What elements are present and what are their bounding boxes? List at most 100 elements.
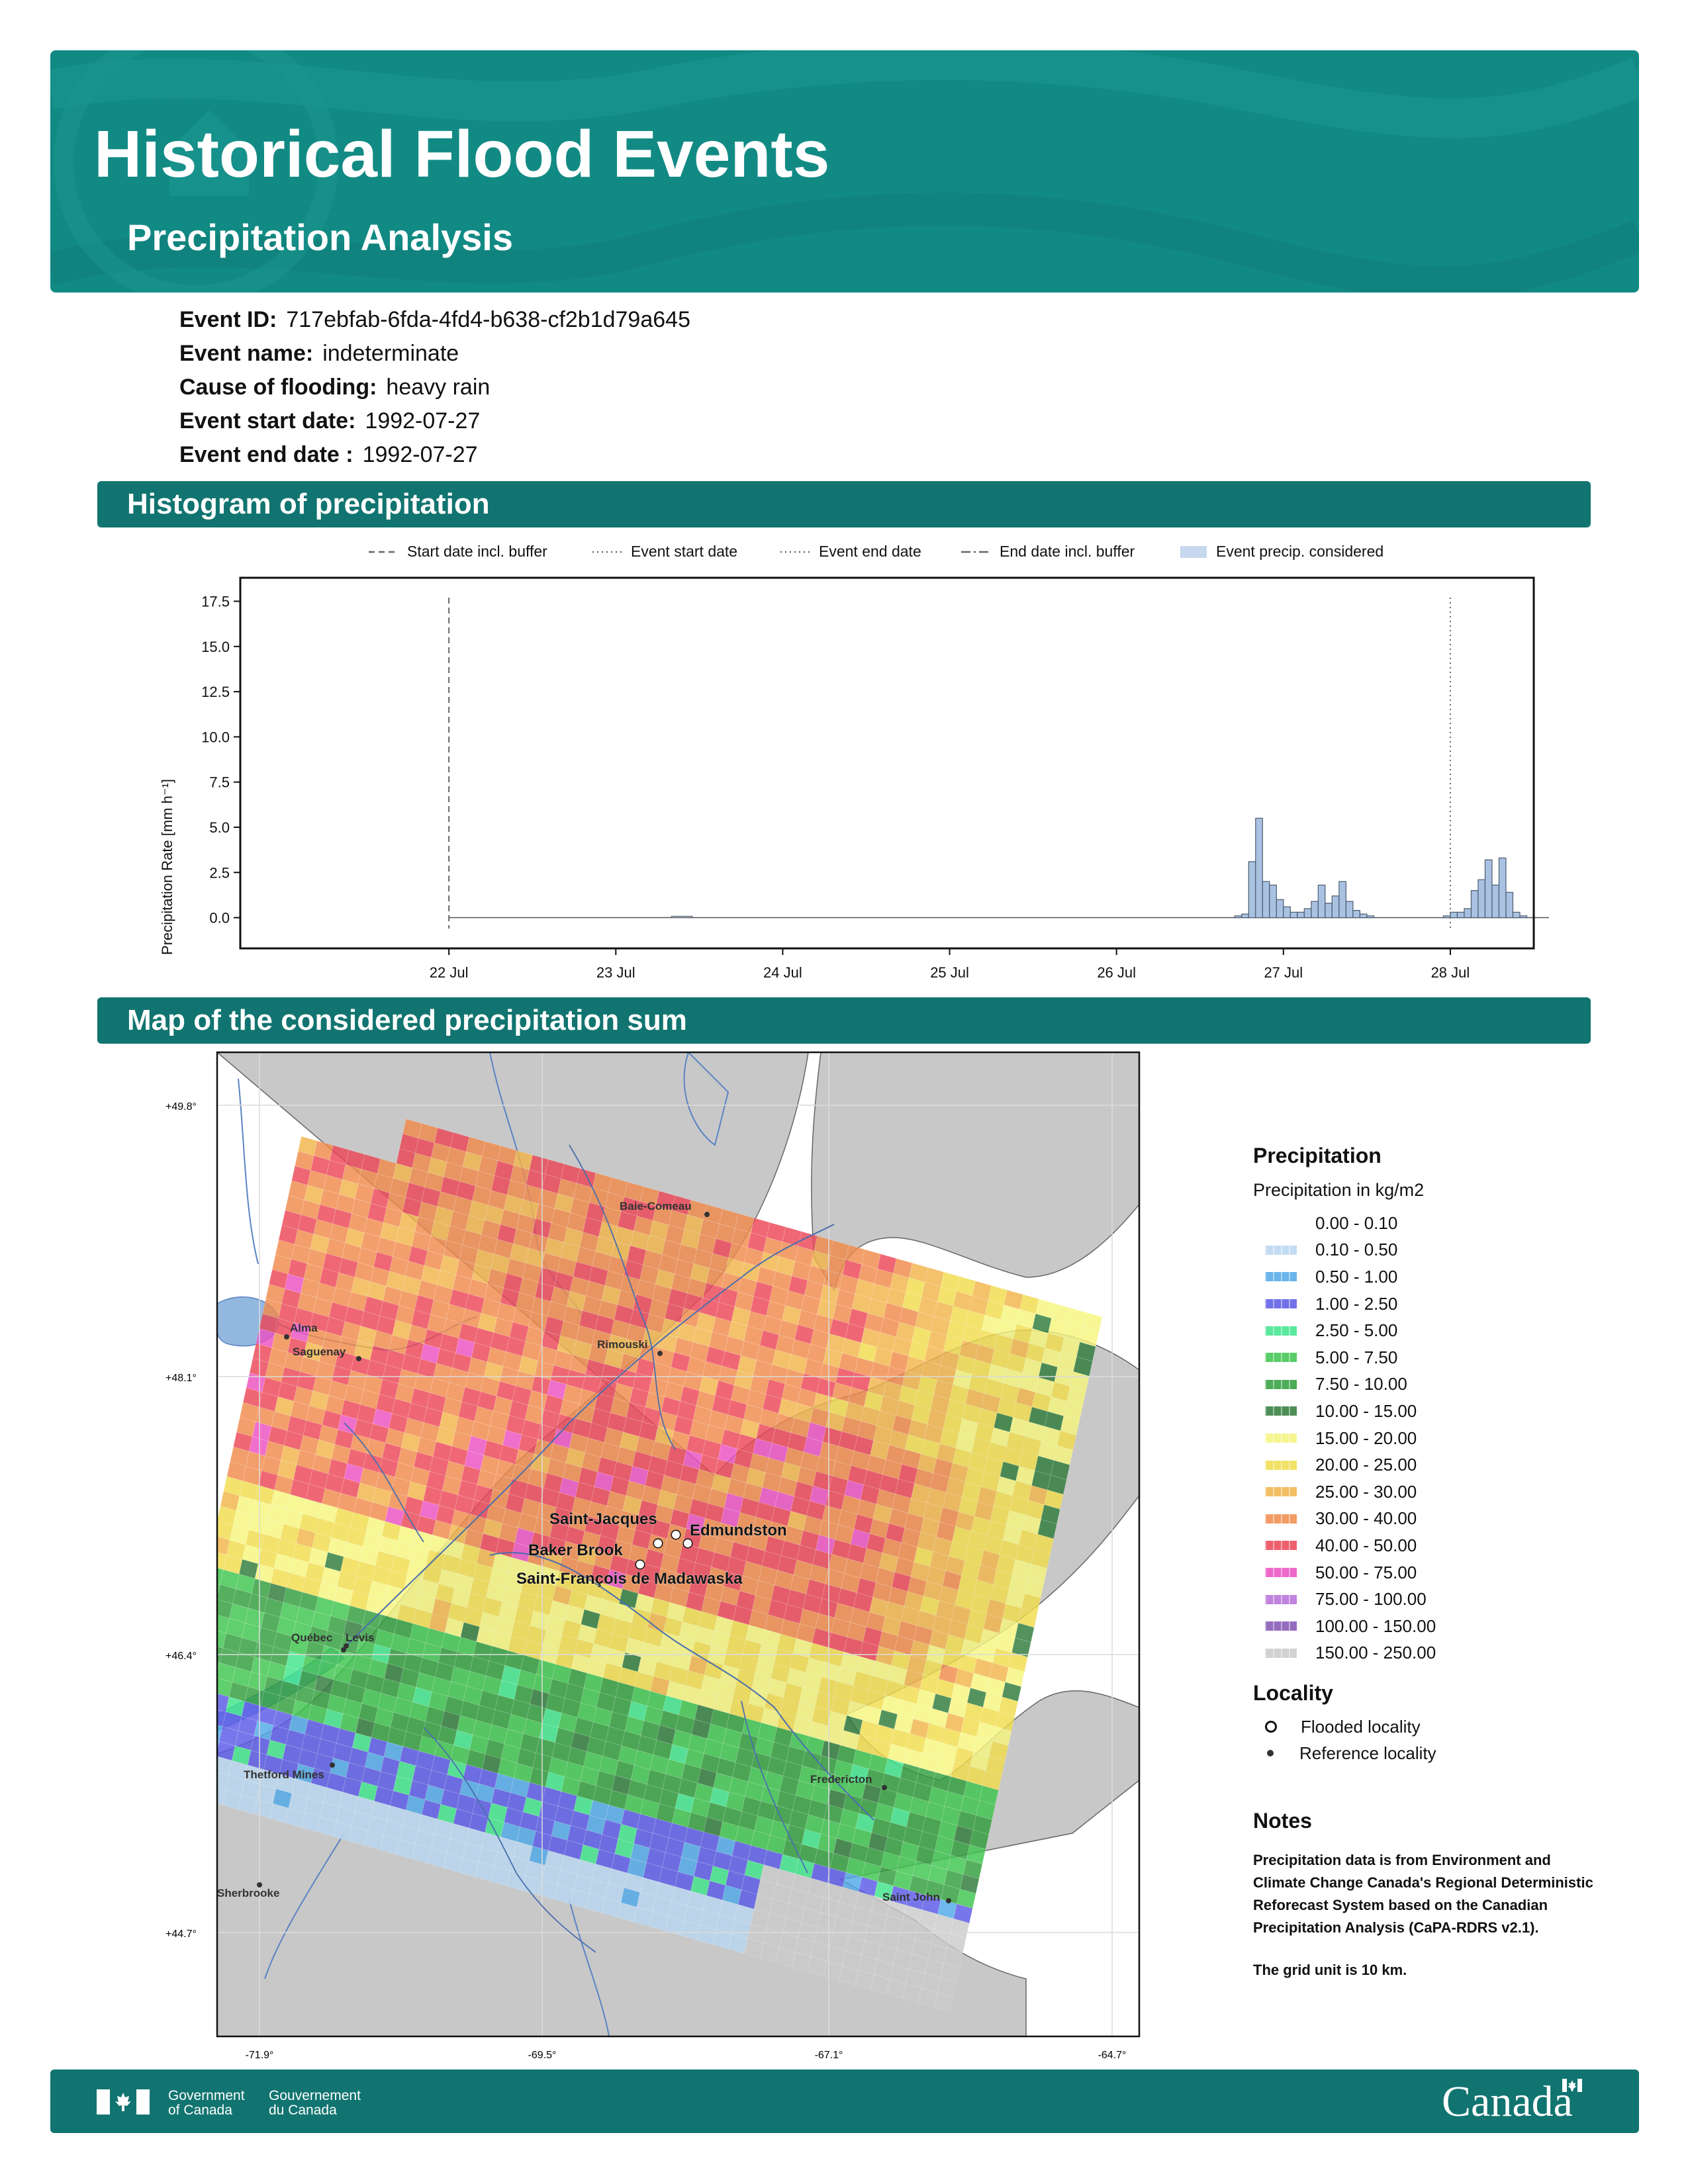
event-end-value: 1992-07-27 [362, 442, 478, 467]
histogram-bar [1248, 861, 1256, 919]
header-banner: Historical Flood Events Precipitation An… [50, 50, 1639, 293]
histogram-bar [1470, 889, 1479, 919]
precip-class-label: 0.10 - 0.50 [1315, 1240, 1398, 1260]
histogram-bar [1519, 915, 1528, 919]
histogram-bar [1442, 915, 1451, 919]
legend-event-end: Event end date [780, 543, 921, 561]
gov-en-line2: of Canada [168, 2103, 232, 2118]
event-cause-row: Cause of flooding: heavy rain [179, 371, 690, 404]
grid-cell [185, 1732, 204, 1751]
precip-class-label: 5.00 - 7.50 [1315, 1347, 1398, 1367]
precip-class-swatch [1265, 1433, 1297, 1443]
precip-class-swatch [1265, 1379, 1297, 1389]
precip-class-label: 150.00 - 250.00 [1315, 1643, 1436, 1663]
x-tick-label: 23 Jul [596, 964, 635, 981]
histogram-bar [1338, 881, 1346, 919]
flooded-marker-icon [1265, 1721, 1277, 1733]
histogram-bar [1297, 911, 1305, 919]
grid-cell [195, 1610, 214, 1629]
canada-flag-icon [97, 2089, 150, 2115]
event-name-label: Event name: [179, 341, 314, 366]
precip-class-label: 20.00 - 25.00 [1315, 1455, 1417, 1475]
grid-cell [187, 1717, 207, 1737]
x-tick-label: 22 Jul [430, 964, 469, 981]
legend-event-start: Event start date [592, 543, 737, 561]
x-tick-label: 26 Jul [1097, 964, 1136, 981]
ref-dot-baie-comeau [704, 1212, 710, 1217]
ref-dot-saguenay [356, 1356, 361, 1361]
precip-class-label: 2.50 - 5.00 [1315, 1320, 1398, 1341]
precipitation-map: +49.8° +48.1° +46.4° +44.7° -71.9° -69.5… [146, 1039, 1152, 2071]
precip-class-label: 0.50 - 1.00 [1315, 1266, 1398, 1287]
grid-cell [159, 1772, 178, 1792]
notes-source-text: Precipitation data is from Environment a… [1253, 1852, 1593, 1936]
map-svg: +49.8° +48.1° +46.4° +44.7° -71.9° -69.5… [159, 1051, 1141, 2061]
precip-class-item: 10.00 - 15.00 [1253, 1398, 1604, 1425]
grid-cell [162, 1757, 181, 1776]
precip-class-swatch [1265, 1353, 1297, 1363]
ref-dot-saint-john [946, 1898, 951, 1903]
histogram-bar [1262, 881, 1270, 919]
grid-cell [197, 1752, 216, 1771]
event-id-row: Event ID: 717ebfab-6fda-4fd4-b638-cf2b1d7… [179, 303, 690, 337]
event-name-value: indeterminate [322, 341, 459, 366]
histogram-bar [1269, 884, 1277, 919]
legend-end-buffer: End date incl. buffer [961, 543, 1135, 561]
precip-class-label: 25.00 - 30.00 [1315, 1481, 1417, 1502]
histogram-bar [671, 915, 693, 919]
histogram-bar [1491, 884, 1500, 919]
grid-cell [181, 1747, 201, 1766]
event-cause-value: heavy rain [386, 375, 491, 400]
place-baie-comeau: Baie-Comeau [620, 1200, 692, 1212]
histogram-bar [1303, 908, 1312, 919]
place-saguenay: Saguenay [293, 1345, 346, 1358]
place-quebec: Québec [291, 1631, 332, 1644]
precip-class-item: 40.00 - 50.00 [1253, 1532, 1604, 1559]
reference-marker-icon [1267, 1750, 1274, 1757]
event-cause-label: Cause of flooding: [179, 375, 377, 400]
histogram-bar [1464, 908, 1472, 919]
gov-en-text: Government of Canada [168, 2089, 245, 2118]
histogram-bar [1289, 911, 1298, 919]
grid-cell [194, 1766, 213, 1786]
section-map-header: Map of the considered precipitation sum [97, 997, 1591, 1044]
precip-class-label: 50.00 - 75.00 [1315, 1562, 1417, 1582]
grid-cell [175, 1776, 194, 1796]
legend-reference-locality: Reference locality [1253, 1740, 1604, 1766]
notes-grid-unit-text: The grid unit is 10 km. [1253, 1962, 1407, 1979]
histogram-bar [1505, 891, 1514, 919]
grid-cell [191, 1781, 210, 1800]
flood-dot-saint-jacques [653, 1538, 663, 1549]
gov-fr-text: Gouvernement du Canada [269, 2089, 361, 2118]
legend-event-end-label: Event end date [819, 543, 921, 560]
histogram-bar [1512, 911, 1521, 919]
precip-class-swatch [1265, 1594, 1297, 1604]
page-title: Historical Flood Events [94, 117, 830, 191]
grid-cell [191, 1624, 211, 1643]
grid-cell [175, 1698, 194, 1717]
grid-cell [178, 1684, 197, 1703]
x-tick-label: 24 Jul [763, 964, 802, 981]
place-saint-john: Saint John [882, 1891, 940, 1903]
precip-class-item: 15.00 - 20.00 [1253, 1425, 1604, 1452]
page-subtitle: Precipitation Analysis [127, 216, 513, 258]
legend-reference-label: Reference locality [1299, 1743, 1436, 1763]
y-tick-label: 12.5 [201, 684, 230, 700]
notes-title: Notes [1253, 1809, 1312, 1833]
precip-class-swatch [1265, 1299, 1297, 1309]
precip-class-swatch [1265, 1272, 1297, 1282]
legend-precip-considered: Event precip. considered [1180, 543, 1383, 561]
grid-cell [194, 1688, 213, 1707]
event-start-label: Event start date: [179, 408, 356, 433]
legend-start-buffer: Start date incl. buffer [369, 543, 547, 561]
precip-class-item: 2.50 - 5.00 [1253, 1317, 1604, 1344]
lon-label-67-1: -67.1° [815, 2050, 843, 2061]
histogram-bar [1317, 884, 1326, 919]
histogram-bar [1283, 906, 1291, 919]
footer-bar: Government of Canada Gouvernement du Canad… [50, 2070, 1639, 2133]
precip-legend-subtitle: Precipitation in kg/m2 [1253, 1180, 1425, 1200]
canada-wordmark: Canada [1442, 2077, 1573, 2126]
lat-label-46-4: +46.4° [165, 1651, 197, 1662]
lat-label-44-7: +44.7° [165, 1929, 197, 1940]
histogram-bar [1325, 903, 1333, 919]
